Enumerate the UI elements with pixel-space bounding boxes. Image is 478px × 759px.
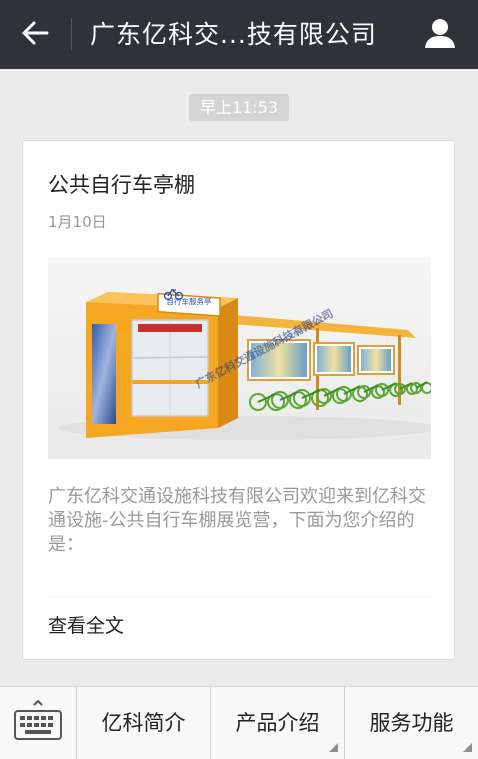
read-full-article-link[interactable]: 查看全文 (48, 611, 124, 638)
article-summary: 广东亿科交通设施科技有限公司欢迎来到亿科交通设施-公共自行车棚展览营，下面为您介… (48, 486, 426, 555)
menu-item-label: 产品介绍 (235, 711, 320, 735)
menu-item-products[interactable]: 产品介绍 (211, 687, 344, 759)
article-date: 1月10日 (48, 213, 107, 231)
menu-item-company-intro[interactable]: 亿科简介 (77, 687, 210, 759)
kiosk-sign-text: 自行车服务亭 (167, 296, 212, 306)
bottom-menu-bar: 亿科简介 产品介绍 服务功能 (0, 686, 478, 759)
submenu-corner-icon (329, 743, 338, 752)
profile-button[interactable] (410, 0, 470, 69)
menu-item-services[interactable]: 服务功能 (345, 687, 478, 759)
menu-item-label: 服务功能 (369, 711, 454, 735)
page-title: 广东亿科交...技有限公司 (90, 20, 377, 49)
header-divider (71, 18, 72, 51)
top-bar: 广东亿科交...技有限公司 (0, 0, 478, 69)
keyboard-toggle-button[interactable] (0, 687, 76, 759)
article-title: 公共自行车亭棚 (48, 173, 195, 197)
person-icon (423, 17, 457, 53)
article-cover-image: 自行车服务亭 广东亿科交通设施科技有限公司 Technology CO.,LTD (48, 258, 431, 459)
arrow-left-icon (21, 19, 49, 51)
back-button[interactable] (0, 0, 70, 69)
keyboard-icon (12, 699, 64, 747)
card-divider (48, 596, 431, 597)
timestamp-badge: 早上11:53 (189, 94, 289, 121)
submenu-corner-icon (463, 743, 472, 752)
article-card[interactable]: 公共自行车亭棚 1月10日 自行车服务亭 广东亿科交通设施科技有限公司 Tech… (22, 140, 455, 660)
menu-item-label: 亿科简介 (101, 711, 186, 735)
